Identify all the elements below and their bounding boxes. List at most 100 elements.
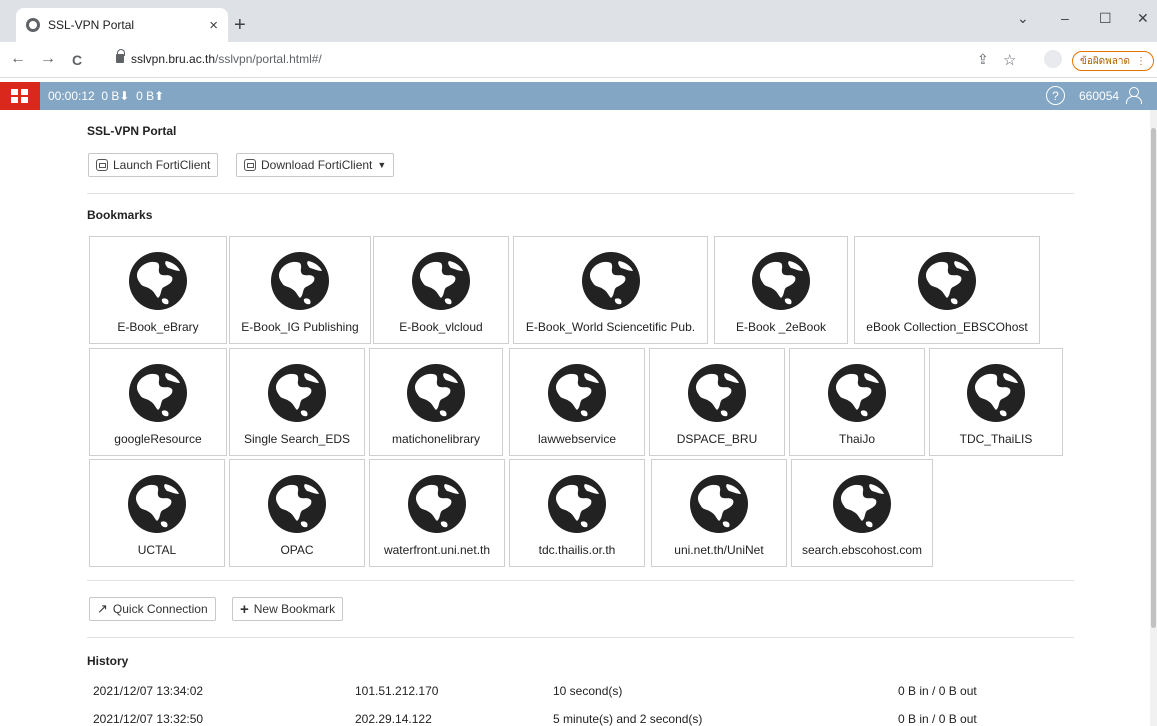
bookmark-tile[interactable]: Single Search_EDS xyxy=(229,348,365,456)
portal-content: SSL-VPN Portal Launch FortiClient Downlo… xyxy=(0,110,1150,726)
globe-icon xyxy=(407,474,467,534)
scrollbar[interactable] xyxy=(1150,110,1157,726)
portal-title: SSL-VPN Portal xyxy=(87,124,177,138)
bookmark-tile[interactable]: lawwebservice xyxy=(509,348,645,456)
launch-forticlient-button[interactable]: Launch FortiClient xyxy=(88,153,219,177)
update-error-button[interactable]: ข้อผิดพลาด ⋮ xyxy=(1072,51,1154,71)
bookmark-label: TDC_ThaiLIS xyxy=(959,432,1033,446)
scrollbar-thumb[interactable] xyxy=(1151,128,1156,628)
bookmark-label: E-Book_vlcloud xyxy=(399,320,483,334)
download-forticlient-button[interactable]: Download FortiClient ▼ xyxy=(236,153,395,177)
session-timer: 00:00:12 xyxy=(48,89,95,103)
forward-button[interactable]: → xyxy=(40,50,56,68)
new-tab-button[interactable]: + xyxy=(234,14,246,37)
history-time: 2021/12/07 13:32:50 xyxy=(93,712,204,726)
bookmark-label: E-Book _2eBook xyxy=(735,320,827,334)
url-path: /sslvpn/portal.html#/ xyxy=(215,52,322,66)
history-time: 2021/12/07 13:34:02 xyxy=(93,684,204,698)
user-name[interactable]: 660054 xyxy=(1079,89,1119,103)
maximize-button[interactable]: ☐ xyxy=(1099,10,1112,27)
globe-icon xyxy=(917,251,977,311)
history-ip: 202.29.14.122 xyxy=(355,712,432,726)
globe-icon xyxy=(689,474,749,534)
bookmark-tile[interactable]: DSPACE_BRU xyxy=(649,348,785,456)
bookmark-tile[interactable]: waterfront.uni.net.th xyxy=(369,459,505,567)
bookmark-tile[interactable]: matichonelibrary xyxy=(369,348,503,456)
bookmark-label: uni.net.th/UniNet xyxy=(674,543,764,557)
globe-favicon-icon xyxy=(26,18,40,32)
launch-forticlient-label: Launch FortiClient xyxy=(113,158,211,172)
divider xyxy=(87,193,1074,194)
history-traffic: 0 B in / 0 B out xyxy=(898,712,977,726)
bookmark-tile[interactable]: uni.net.th/UniNet xyxy=(651,459,787,567)
browser-tabstrip: SSL-VPN Portal × + ⌄ – ☐ ✕ xyxy=(0,0,1157,42)
minimize-button[interactable]: – xyxy=(1061,10,1069,26)
bookmark-tile[interactable]: E-Book_vlcloud xyxy=(373,236,509,344)
back-button[interactable]: ← xyxy=(10,50,26,68)
bookmark-tile[interactable]: TDC_ThaiLIS xyxy=(929,348,1063,456)
bookmark-label: search.ebscohost.com xyxy=(801,543,923,557)
download-forticlient-label: Download FortiClient xyxy=(261,158,373,172)
history-duration: 10 second(s) xyxy=(553,684,623,698)
history-duration: 5 minute(s) and 2 second(s) xyxy=(553,712,703,726)
bookmark-label: E-Book_World Sciencetific Pub. xyxy=(525,320,696,334)
bookmark-tile[interactable]: UCTAL xyxy=(89,459,225,567)
bookmark-label: googleResource xyxy=(114,432,202,446)
bookmark-tile[interactable]: E-Book _2eBook xyxy=(714,236,848,344)
bookmark-tile[interactable]: E-Book_eBrary xyxy=(89,236,227,344)
divider xyxy=(87,637,1074,638)
bookmark-label: matichonelibrary xyxy=(391,432,481,446)
external-link-icon: ↗ xyxy=(97,601,108,616)
history-title: History xyxy=(87,654,129,668)
bookmark-label: OPAC xyxy=(280,543,314,557)
share-icon[interactable]: ⇪ xyxy=(977,51,989,68)
new-bookmark-button[interactable]: + New Bookmark xyxy=(232,597,344,621)
user-icon[interactable] xyxy=(1125,86,1142,104)
bookmark-tile[interactable]: ThaiJo xyxy=(789,348,925,456)
bookmark-tile[interactable]: search.ebscohost.com xyxy=(791,459,933,567)
reload-button[interactable]: C xyxy=(72,52,82,68)
bytes-up: 0 B xyxy=(136,89,155,103)
globe-icon xyxy=(267,363,327,423)
kebab-menu-icon: ⋮ xyxy=(1136,55,1147,67)
address-bar[interactable]: sslvpn.bru.ac.th/sslvpn/portal.html#/ xyxy=(131,52,322,66)
window-close-button[interactable]: ✕ xyxy=(1137,10,1149,27)
arrow-up-icon: ⬆ xyxy=(154,89,165,103)
lock-icon xyxy=(116,49,125,63)
profile-avatar-icon[interactable] xyxy=(1044,50,1062,68)
bookmark-tile[interactable]: eBook Collection_EBSCOhost xyxy=(854,236,1040,344)
bookmarks-title: Bookmarks xyxy=(87,208,153,222)
bookmark-tile[interactable]: E-Book_World Sciencetific Pub. xyxy=(513,236,708,344)
bookmark-label: UCTAL xyxy=(137,543,177,557)
globe-icon xyxy=(832,474,892,534)
bookmark-star-icon[interactable]: ☆ xyxy=(1003,51,1016,69)
browser-toolbar: ← → C sslvpn.bru.ac.th/sslvpn/portal.htm… xyxy=(0,42,1157,78)
arrow-down-icon: ⬇ xyxy=(119,89,130,103)
globe-icon xyxy=(547,363,607,423)
quick-connection-label: Quick Connection xyxy=(112,602,208,616)
globe-icon xyxy=(411,251,471,311)
bookmark-tile[interactable]: googleResource xyxy=(89,348,227,456)
bookmark-tile[interactable]: tdc.thailis.or.th xyxy=(509,459,645,567)
tab-title: SSL-VPN Portal xyxy=(48,18,135,32)
help-icon[interactable]: ? xyxy=(1046,86,1065,105)
history-ip: 101.51.212.170 xyxy=(355,684,439,698)
bookmark-tile[interactable]: OPAC xyxy=(229,459,365,567)
tab-close-icon[interactable]: × xyxy=(209,17,218,34)
bookmark-tile[interactable]: E-Book_IG Publishing xyxy=(229,236,371,344)
portal-header-bar: 00:00:12 0 B⬇ 0 B⬆ ? 660054 xyxy=(0,82,1157,110)
globe-icon xyxy=(270,251,330,311)
tab-search-dropdown-icon[interactable]: ⌄ xyxy=(1017,10,1029,27)
globe-icon xyxy=(687,363,747,423)
browser-tab[interactable]: SSL-VPN Portal × xyxy=(16,8,228,42)
quick-connection-button[interactable]: ↗ Quick Connection xyxy=(89,597,216,621)
bookmark-label: waterfront.uni.net.th xyxy=(383,543,491,557)
forticlient-icon xyxy=(96,159,108,171)
globe-icon xyxy=(406,363,466,423)
bookmark-label: Single Search_EDS xyxy=(243,432,351,446)
url-host: sslvpn.bru.ac.th xyxy=(131,52,216,66)
history-traffic: 0 B in / 0 B out xyxy=(898,684,977,698)
globe-icon xyxy=(827,363,887,423)
globe-icon xyxy=(547,474,607,534)
globe-icon xyxy=(128,251,188,311)
